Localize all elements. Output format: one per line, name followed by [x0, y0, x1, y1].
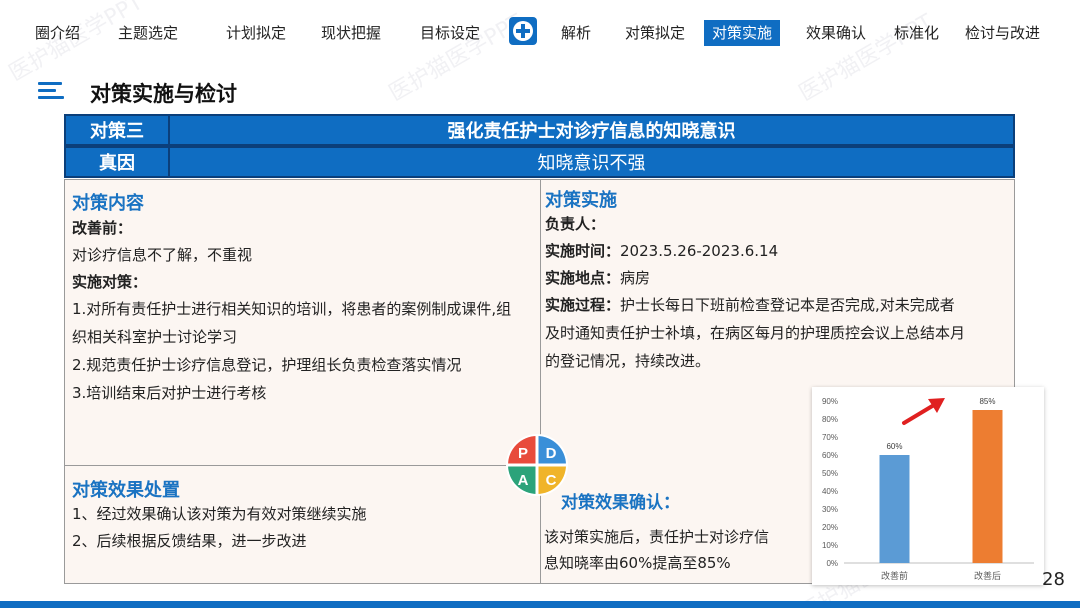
awareness-rate-chart: 0% 10% 20% 30% 40% 50% 60% 70% 80% 90% 60% 改善前 85% 改善… — [812, 387, 1044, 585]
bar-value-label: 60% — [886, 442, 902, 451]
y-tick-label: 30% — [822, 505, 838, 514]
bottom-accent-bar — [0, 601, 1080, 608]
time-label: 实施时间： — [545, 242, 621, 260]
nav-item-plan[interactable]: 计划拟定 — [226, 22, 286, 43]
medical-cross-icon[interactable] — [509, 17, 537, 45]
pdca-cycle-icon: P D A C — [506, 434, 568, 496]
disposal-section-title: 对策效果处置 — [72, 480, 180, 501]
y-tick-label: 20% — [822, 523, 838, 532]
time-value: 2023.5.26-2023.6.14 — [620, 242, 779, 260]
nav-item-effect[interactable]: 效果确认 — [806, 22, 866, 43]
responsible-label: 负责人： — [545, 215, 606, 233]
nav-item-implementation[interactable]: 对策实施 — [704, 20, 781, 46]
y-tick-label: 0% — [826, 559, 838, 568]
process-text: 的登记情况，持续改进。 — [545, 352, 711, 370]
bar — [879, 455, 910, 563]
root-cause-value: 知晓意识不强 — [537, 153, 646, 174]
y-tick-label: 40% — [822, 487, 838, 496]
nav-item-standardize[interactable]: 标准化 — [894, 22, 939, 43]
nav-item-target[interactable]: 目标设定 — [420, 22, 480, 43]
y-tick-label: 60% — [822, 451, 838, 460]
implementation-section-title: 对策实施 — [545, 190, 617, 211]
countermeasure-row: 对策三 强化责任护士对诊疗信息的知晓意识 — [64, 114, 1015, 146]
x-category-label: 改善前 — [881, 570, 908, 582]
nav-item-review[interactable]: 检讨与改进 — [965, 22, 1040, 43]
confirmation-line: 息知晓率由60%提高至85% — [544, 554, 731, 572]
measure-line: 织相关科室护士讨论学习 — [72, 328, 238, 346]
y-tick-label: 50% — [822, 469, 838, 478]
panel-divider-horizontal — [64, 465, 540, 466]
disposal-item: 1、经过效果确认该对策为有效对策继续实施 — [72, 505, 367, 523]
x-category-label: 改善后 — [974, 570, 1001, 582]
measure-line: 1.对所有责任护士进行相关知识的培训，将患者的案例制成课件,组 — [72, 300, 512, 318]
panel-divider-vertical — [540, 179, 541, 584]
page-title: 对策实施与检讨 — [90, 82, 237, 106]
nav-item-intro[interactable]: 圈介绍 — [35, 22, 80, 43]
pdca-letter-a: A — [518, 472, 529, 489]
bar-value-label: 85% — [979, 397, 995, 406]
nav-item-analysis[interactable]: 解析 — [561, 22, 591, 43]
page-number: 28 — [1042, 569, 1065, 590]
y-tick-label: 10% — [822, 541, 838, 550]
measure-line: 2.规范责任护士诊疗信息登记，护理组长负责检查落实情况 — [72, 356, 462, 374]
countermeasure-value: 强化责任护士对诊疗信息的知晓意识 — [447, 121, 736, 142]
pdca-letter-d: D — [546, 445, 557, 462]
top-navigation: 圈介绍 主题选定 计划拟定 现状把握 目标设定 解析 对策拟定 对策实施 效果确… — [0, 0, 1080, 60]
menu-lines-icon — [38, 82, 64, 100]
time-line: 实施时间：2023.5.26-2023.6.14 — [545, 238, 778, 265]
pdca-letter-p: P — [518, 445, 528, 462]
y-tick-label: 80% — [822, 415, 838, 424]
measure-line: 3.培训结束后对护士进行考核 — [72, 384, 267, 402]
y-tick-label: 70% — [822, 433, 838, 442]
process-text: 护士长每日下班前检查登记本是否完成,对未完成者 — [620, 296, 955, 314]
root-cause-label: 真因 — [66, 148, 170, 176]
bar — [972, 410, 1003, 563]
trend-arrow-shaft — [902, 403, 936, 425]
root-cause-row: 真因 知晓意识不强 — [64, 146, 1015, 178]
before-text: 对诊疗信息不了解，不重视 — [72, 246, 253, 264]
place-value: 病房 — [620, 269, 651, 287]
y-tick-label: 90% — [822, 397, 838, 406]
place-label: 实施地点： — [545, 269, 621, 287]
nav-item-theme[interactable]: 主题选定 — [118, 22, 178, 43]
chart-svg: 0% 10% 20% 30% 40% 50% 60% 70% 80% 90% 60% 改善前 85% 改善… — [822, 397, 1034, 582]
process-text: 及时通知责任护士补填，在病区每月的护理质控会议上总结本月 — [545, 324, 966, 342]
nav-item-countermeasure[interactable]: 对策拟定 — [625, 22, 685, 43]
process-line: 实施过程：护士长每日下班前检查登记本是否完成,对未完成者 — [545, 292, 955, 319]
measures-label: 实施对策： — [72, 273, 148, 291]
content-section-title: 对策内容 — [72, 193, 144, 214]
disposal-item: 2、后续根据反馈结果，进一步改进 — [72, 532, 307, 550]
confirmation-section-title: 对策效果确认： — [561, 493, 680, 513]
process-label: 实施过程： — [545, 296, 621, 314]
countermeasure-label: 对策三 — [66, 116, 170, 144]
before-label: 改善前： — [72, 219, 133, 237]
place-line: 实施地点：病房 — [545, 265, 650, 292]
nav-item-status[interactable]: 现状把握 — [321, 22, 381, 43]
pdca-letter-c: C — [546, 472, 557, 489]
confirmation-line: 该对策实施后，责任护士对诊疗信 — [544, 528, 770, 546]
